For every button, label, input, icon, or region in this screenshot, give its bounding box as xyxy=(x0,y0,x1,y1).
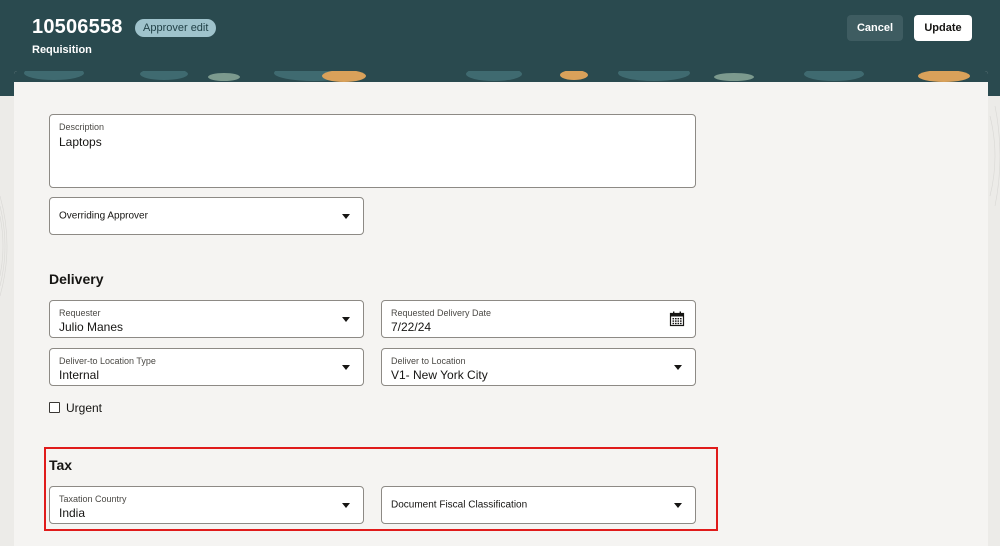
cancel-button[interactable]: Cancel xyxy=(847,15,903,41)
deliver-to-location-type-select[interactable]: Deliver-to Location Type Internal xyxy=(49,348,364,386)
description-value: Laptops xyxy=(59,135,102,149)
taxation-country-label: Taxation Country xyxy=(59,494,127,504)
document-fiscal-classification-placeholder: Document Fiscal Classification xyxy=(391,499,528,511)
overriding-approver-select[interactable]: Overriding Approver xyxy=(49,197,364,235)
mode-badge: Approver edit xyxy=(135,19,217,37)
deliver-to-location-label: Deliver to Location xyxy=(391,356,466,366)
page-subtitle: Requisition xyxy=(32,44,92,56)
decorative-banner xyxy=(14,71,988,82)
urgent-checkbox[interactable] xyxy=(49,402,60,413)
caret-down-icon xyxy=(342,214,350,219)
form-panel: Description Laptops Overriding Approver … xyxy=(14,71,988,546)
deliver-to-location-type-label: Deliver-to Location Type xyxy=(59,356,156,366)
requester-value: Julio Manes xyxy=(59,320,124,334)
description-field[interactable]: Description Laptops xyxy=(49,114,696,188)
update-button[interactable]: Update xyxy=(914,15,972,41)
urgent-label[interactable]: Urgent xyxy=(66,401,102,415)
requester-select[interactable]: Requester Julio Manes xyxy=(49,300,364,338)
taxation-country-select[interactable]: Taxation Country India xyxy=(49,486,364,524)
caret-down-icon xyxy=(342,503,350,508)
delivery-section-title: Delivery xyxy=(49,271,104,287)
requested-delivery-date-field[interactable]: Requested Delivery Date 7/22/24 xyxy=(381,300,696,338)
deliver-to-location-select[interactable]: Deliver to Location V1- New York City xyxy=(381,348,696,386)
requested-delivery-date-label: Requested Delivery Date xyxy=(391,308,492,318)
caret-down-icon xyxy=(342,317,350,322)
caret-down-icon xyxy=(674,365,682,370)
calendar-icon[interactable] xyxy=(669,311,685,327)
deliver-to-location-type-value: Internal xyxy=(59,368,100,382)
overriding-approver-placeholder: Overriding Approver xyxy=(59,210,148,222)
caret-down-icon xyxy=(342,365,350,370)
requester-label: Requester xyxy=(59,308,101,318)
taxation-country-value: India xyxy=(59,506,86,520)
deliver-to-location-value: V1- New York City xyxy=(391,368,488,382)
description-label: Description xyxy=(59,122,105,132)
requisition-number: 10506558 xyxy=(32,16,123,38)
caret-down-icon xyxy=(674,503,682,508)
tax-section-title: Tax xyxy=(49,457,73,473)
requested-delivery-date-value: 7/22/24 xyxy=(391,320,432,334)
document-fiscal-classification-select[interactable]: Document Fiscal Classification xyxy=(381,486,696,524)
